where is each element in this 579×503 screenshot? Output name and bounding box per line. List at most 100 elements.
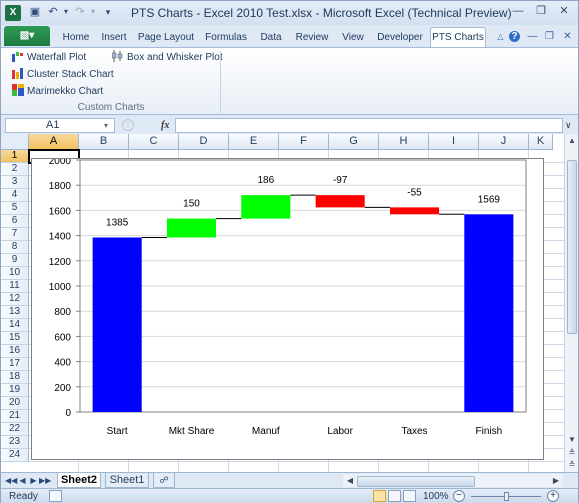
column-header-a[interactable]: A	[29, 134, 79, 150]
formula-bar-expand-icon[interactable]: ⋮	[122, 119, 134, 131]
marimekko-chart-button[interactable]: Marimekko Chart	[12, 84, 103, 99]
collapse-ribbon-icon[interactable]: △	[495, 31, 506, 42]
page-next-icon[interactable]: ≛	[565, 458, 579, 471]
excel-icon[interactable]: X	[5, 5, 21, 21]
row-header-1[interactable]: 1	[1, 150, 29, 163]
box-whisker-plot-button[interactable]: Box and Whisker Plot	[111, 50, 223, 65]
workbook-minimize-icon[interactable]: —	[527, 31, 538, 42]
maximize-icon[interactable]: ❐	[530, 3, 552, 20]
zoom-slider-thumb[interactable]	[504, 492, 509, 501]
row-header-24[interactable]: 24	[1, 449, 29, 462]
row-header-17[interactable]: 17	[1, 358, 29, 371]
workbook-close-icon[interactable]: ✕	[562, 31, 573, 42]
column-header-j[interactable]: J	[479, 134, 529, 150]
insert-function-button[interactable]: fx	[161, 118, 169, 133]
worksheet-grid[interactable]: ABCDEFGHIJK 1 2 3 4 5 6 7 8 9 10 11 12 13 14 15 16 17 18 1…	[1, 134, 564, 472]
row-header-3[interactable]: 3	[1, 176, 29, 189]
row-header-9[interactable]: 9	[1, 254, 29, 267]
tab-review[interactable]: Review	[290, 28, 334, 47]
row-header-6[interactable]: 6	[1, 215, 29, 228]
customize-toolbar-icon[interactable]: ▾	[101, 5, 115, 19]
column-header-f[interactable]: F	[279, 134, 329, 150]
formula-input[interactable]	[175, 118, 563, 133]
row-header-13[interactable]: 13	[1, 306, 29, 319]
tab-developer[interactable]: Developer	[372, 28, 428, 47]
page-break-view-icon[interactable]	[403, 490, 416, 502]
column-header-k[interactable]: K	[529, 134, 553, 150]
row-header-21[interactable]: 21	[1, 410, 29, 423]
column-header-d[interactable]: D	[179, 134, 229, 150]
cluster-stack-chart-button[interactable]: Cluster Stack Chart	[12, 67, 114, 82]
column-header-e[interactable]: E	[229, 134, 279, 150]
column-header-b[interactable]: B	[79, 134, 129, 150]
next-sheet-icon[interactable]: ▶	[28, 474, 39, 487]
workbook-restore-icon[interactable]: ❐	[544, 31, 555, 42]
excel-window: X ▣ ↶ ▾ ↷ ▾ ▾ PTS Charts - Excel 2010 Te…	[0, 0, 579, 503]
close-icon[interactable]: ✕	[553, 3, 575, 20]
scroll-down-icon[interactable]: ▼	[565, 433, 579, 446]
save-icon[interactable]: ▣	[28, 5, 42, 19]
redo-icon[interactable]: ↷	[73, 5, 87, 19]
horizontal-scrollbar[interactable]: ◀ ▶	[343, 474, 563, 487]
first-sheet-icon[interactable]: ◀◀	[5, 474, 17, 487]
tab-insert[interactable]: Insert	[96, 28, 132, 47]
undo-dropdown-icon[interactable]: ▾	[59, 5, 73, 19]
waterfall-plot-button[interactable]: Waterfall Plot	[12, 50, 86, 65]
row-header-7[interactable]: 7	[1, 228, 29, 241]
scroll-up-icon[interactable]: ▲	[565, 134, 579, 147]
minimize-icon[interactable]: —	[507, 3, 529, 20]
tab-formulas[interactable]: Formulas	[200, 28, 252, 47]
row-header-12[interactable]: 12	[1, 293, 29, 306]
name-box[interactable]: A1	[5, 118, 115, 133]
column-header-g[interactable]: G	[329, 134, 379, 150]
vertical-scrollbar[interactable]: ▲ ▼ ≙ ≛	[564, 134, 578, 472]
file-tab[interactable]: ▧▾	[4, 26, 50, 46]
row-header-11[interactable]: 11	[1, 280, 29, 293]
row-header-22[interactable]: 22	[1, 423, 29, 436]
insert-sheet-icon[interactable]: ☍	[153, 473, 175, 488]
last-sheet-icon[interactable]: ▶▶	[39, 474, 51, 487]
row-header-15[interactable]: 15	[1, 332, 29, 345]
undo-icon[interactable]: ↶	[46, 5, 60, 19]
row-header-2[interactable]: 2	[1, 163, 29, 176]
sheet-tab-sheet2[interactable]: Sheet2	[57, 473, 101, 488]
waterfall-chart[interactable]: 0 200 400 600 800 1000 1200 1400 1600 1800 2000 138…	[31, 158, 544, 460]
tab-page-layout[interactable]: Page Layout	[135, 28, 197, 47]
name-box-dropdown-icon[interactable]: ▾	[104, 118, 108, 133]
column-header-h[interactable]: H	[379, 134, 429, 150]
help-icon[interactable]: ?	[509, 31, 520, 42]
select-all-corner[interactable]	[1, 134, 29, 150]
sheet-tab-sheet1[interactable]: Sheet1	[105, 473, 149, 488]
row-header-16[interactable]: 16	[1, 345, 29, 358]
tab-pts-charts[interactable]: PTS Charts	[430, 27, 486, 47]
page-layout-view-icon[interactable]	[388, 490, 401, 502]
row-header-5[interactable]: 5	[1, 202, 29, 215]
normal-view-icon[interactable]	[373, 490, 386, 502]
zoom-level[interactable]: 100%	[423, 490, 449, 503]
row-header-18[interactable]: 18	[1, 371, 29, 384]
row-header-8[interactable]: 8	[1, 241, 29, 254]
row-header-20[interactable]: 20	[1, 397, 29, 410]
horizontal-scroll-thumb[interactable]	[357, 476, 475, 487]
scroll-right-icon[interactable]: ▶	[549, 474, 563, 487]
expand-formula-bar-icon[interactable]: ∨	[565, 118, 572, 133]
macro-record-icon[interactable]	[49, 490, 62, 502]
row-header-23[interactable]: 23	[1, 436, 29, 449]
row-header-19[interactable]: 19	[1, 384, 29, 397]
column-header-c[interactable]: C	[129, 134, 179, 150]
scroll-left-icon[interactable]: ◀	[343, 474, 357, 487]
row-header-4[interactable]: 4	[1, 189, 29, 202]
vertical-scroll-thumb[interactable]	[567, 160, 577, 334]
bar-labor	[315, 195, 365, 208]
row-header-14[interactable]: 14	[1, 319, 29, 332]
column-header-i[interactable]: I	[429, 134, 479, 150]
tab-data[interactable]: Data	[255, 28, 287, 47]
redo-dropdown-icon[interactable]: ▾	[86, 5, 100, 19]
prev-sheet-icon[interactable]: ◀	[17, 474, 28, 487]
tab-view[interactable]: View	[337, 28, 369, 47]
zoom-out-icon[interactable]: −	[453, 490, 465, 502]
tab-home[interactable]: Home	[56, 28, 96, 47]
waterfall-icon	[12, 50, 24, 62]
zoom-in-icon[interactable]: +	[547, 490, 559, 502]
row-header-10[interactable]: 10	[1, 267, 29, 280]
